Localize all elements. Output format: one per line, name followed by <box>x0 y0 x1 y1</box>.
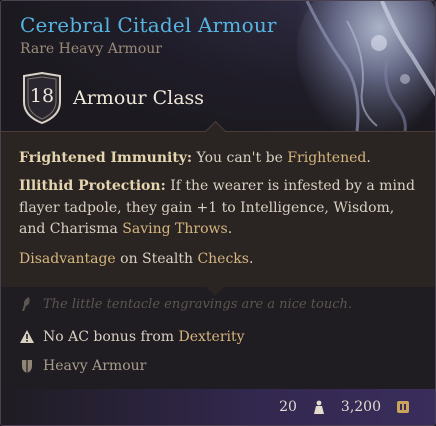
properties-section: Frightened Immunity: You can't be Fright… <box>1 120 435 288</box>
flavour-row: The little tentacle engravings are a nic… <box>19 296 352 312</box>
ac-note-label: No AC bonus from <box>43 329 179 345</box>
keyword-link-dexterity[interactable]: Dexterity <box>179 329 245 345</box>
property-text: on Stealth <box>115 251 198 267</box>
property-text: . <box>248 251 254 267</box>
feather-icon <box>22 297 30 311</box>
tooltip-header: Cerebral Citadel Armour Rare Heavy Armou… <box>1 1 435 131</box>
weight-icon <box>313 400 324 414</box>
armour-shield-icon <box>22 360 32 373</box>
armour-type-text: Heavy Armour <box>43 358 147 374</box>
item-name: Cerebral Citadel Armour <box>20 13 277 37</box>
property-text: You can't be <box>192 150 288 166</box>
property-text: . <box>366 150 371 166</box>
weight-value-row: 20 3,200 <box>279 399 411 415</box>
armour-type-row: Heavy Armour <box>19 358 146 374</box>
keyword-link-saving-throws[interactable]: Saving Throws <box>122 221 227 237</box>
property-illithid-protection: Illithid Protection: If the wearer is in… <box>19 176 419 241</box>
property-stealth-disadvantage: Disadvantage on Stealth Checks. <box>19 249 419 271</box>
item-tooltip: Cerebral Citadel Armour Rare Heavy Armou… <box>0 0 436 426</box>
keyword-link-disadvantage[interactable]: Disadvantage <box>19 251 116 267</box>
gold-coin-icon <box>397 401 409 413</box>
item-weight: 20 <box>279 399 297 415</box>
ac-note-text: No AC bonus from Dexterity <box>43 329 245 345</box>
ac-note-row: No AC bonus from Dexterity <box>19 329 245 345</box>
armour-class-label: Armour Class <box>73 87 205 109</box>
tooltip-footer: 20 3,200 <box>1 389 435 425</box>
armour-artwork <box>297 1 435 131</box>
item-value: 3,200 <box>340 399 381 415</box>
keyword-link-frightened[interactable]: Frightened <box>287 150 366 166</box>
armour-class-value: 18 <box>29 85 55 107</box>
keyword-link-checks[interactable]: Checks <box>197 251 249 267</box>
item-rarity-type: Rare Heavy Armour <box>20 41 162 57</box>
property-text: . <box>227 221 233 237</box>
property-frightened-immunity: Frightened Immunity: You can't be Fright… <box>19 148 419 170</box>
warning-triangle-icon <box>20 330 34 343</box>
property-name: Illithid Protection: <box>19 178 166 194</box>
property-name: Frightened Immunity: <box>19 150 193 166</box>
flavour-text: The little tentacle engravings are a nic… <box>43 296 353 312</box>
